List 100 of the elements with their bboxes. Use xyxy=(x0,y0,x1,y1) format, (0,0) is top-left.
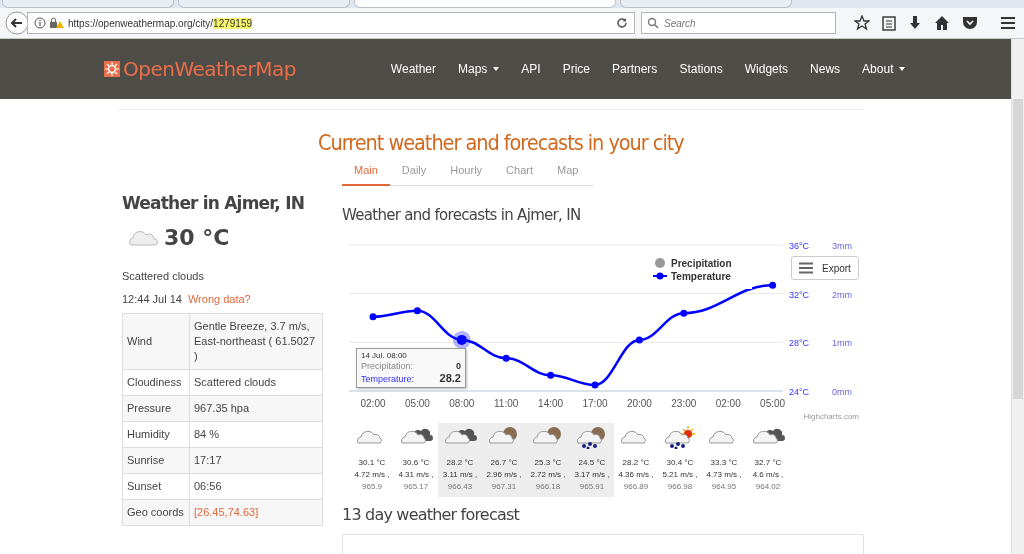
page-title: Current weather and forecasts in your city xyxy=(318,130,685,155)
scrollbar[interactable] xyxy=(1011,39,1024,554)
tooltip-value: 28.2 xyxy=(439,372,461,384)
axis-label: 14:00 xyxy=(538,398,564,409)
axis-label: 2mm xyxy=(832,289,852,300)
axis-label: 0mm xyxy=(832,387,852,397)
download-icon[interactable] xyxy=(908,15,922,31)
home-icon[interactable] xyxy=(934,15,950,31)
hour-temperature: 24.5 °C xyxy=(578,457,606,469)
axis-label: 05:00 xyxy=(760,398,786,409)
table-cell: Cloudiness xyxy=(122,369,190,396)
data-point xyxy=(413,307,421,315)
hour-temperature: 30.6 °C xyxy=(402,457,430,469)
data-point xyxy=(547,371,555,379)
hour-wind: 2.72 m/s , xyxy=(530,469,566,481)
legend-label: Temperature xyxy=(671,271,732,282)
table-cell: Wind xyxy=(122,313,190,370)
nav-link[interactable]: Partners xyxy=(601,62,669,76)
data-point xyxy=(635,336,643,344)
nav-link[interactable]: Price xyxy=(551,62,601,76)
hour-pressure: 966.43 xyxy=(447,481,473,493)
legend-item[interactable]: Temperature xyxy=(652,271,731,282)
table-cell: Scattered clouds xyxy=(189,369,323,396)
hour-temperature: 28.2 °C xyxy=(446,457,474,469)
reading-list-icon[interactable] xyxy=(882,15,896,31)
axis-label: 36°C xyxy=(789,241,810,251)
menu-icon xyxy=(798,262,814,274)
sun-icon xyxy=(103,60,121,78)
cloud-icon xyxy=(128,229,158,246)
lock-warning-icon[interactable] xyxy=(49,17,65,29)
tooltip-label: Temperature: xyxy=(361,373,415,385)
axis-label: 11:00 xyxy=(494,398,519,409)
table-cell: 17:17 xyxy=(189,447,323,474)
city-weather-title: Weather in Ajmer, IN xyxy=(122,193,306,213)
hour-temperature: 32.7 °C xyxy=(754,457,782,469)
hour-pressure: 965.17 xyxy=(403,481,429,493)
menu-icon[interactable] xyxy=(1000,16,1016,30)
axis-label: 32°C xyxy=(789,289,810,300)
hour-wind: 4.36 m/s , xyxy=(618,469,654,481)
nav-link[interactable]: News xyxy=(799,62,852,76)
hour-pressure: 966.18 xyxy=(535,481,561,493)
hour-wind: 4.72 m/s , xyxy=(354,469,390,481)
axis-label: 05:00 xyxy=(404,398,430,409)
axis-label: 1mm xyxy=(832,338,852,349)
axis-label: 17:00 xyxy=(582,398,608,409)
table-cell: Sunrise xyxy=(122,447,190,474)
nav-link[interactable]: Maps xyxy=(447,62,511,76)
axis-label: 3mm xyxy=(832,241,852,251)
current-temperature: 30 °C xyxy=(164,225,230,250)
legend-item[interactable]: Precipitation xyxy=(655,258,732,269)
table-cell: 84 % xyxy=(189,421,323,448)
table-cell: Humidity xyxy=(122,421,190,448)
axis-label: 02:00 xyxy=(360,398,386,409)
nav-link[interactable]: About xyxy=(851,62,917,76)
hour-wind: 4.31 m/s , xyxy=(398,469,434,481)
pocket-icon[interactable] xyxy=(962,15,978,31)
tooltip-label: Precipitation: xyxy=(361,360,414,372)
data-point xyxy=(680,309,688,317)
hour-wind: 3.17 m/s , xyxy=(574,469,610,481)
tooltip-value: 0 xyxy=(456,360,461,372)
back-icon[interactable] xyxy=(5,11,29,35)
axis-label: 08:00 xyxy=(449,398,475,409)
data-point xyxy=(591,381,599,389)
nav-link[interactable]: Stations xyxy=(668,62,734,76)
nav-link[interactable]: Weather xyxy=(379,62,447,76)
axis-label: 28°C xyxy=(789,338,810,349)
axis-label: 24°C xyxy=(789,387,810,397)
section-title: Weather and forecasts in Ajmer, IN xyxy=(342,206,582,224)
wrong-data-link[interactable]: Wrong data? xyxy=(187,293,251,305)
sun-rain-icon xyxy=(663,425,697,449)
weather-description: Scattered clouds xyxy=(122,270,205,282)
data-point xyxy=(502,354,510,362)
hour-pressure: 966.89 xyxy=(623,481,649,493)
table-cell: Gentle Breeze, 3.7 m/s, East-northeast ( 61.5027 ) xyxy=(189,313,323,370)
hour-pressure: 967.31 xyxy=(491,481,517,493)
reload-icon[interactable] xyxy=(616,17,628,29)
bookmark-star-icon[interactable] xyxy=(854,15,870,31)
hour-wind: 4.73 m/s , xyxy=(706,469,742,481)
hour-wind: 3.11 m/s , xyxy=(442,469,478,481)
hour-temperature: 26.7 °C xyxy=(490,457,518,469)
search-field[interactable]: Search xyxy=(641,12,836,34)
data-point xyxy=(369,313,377,321)
observation-time: 12:44 Jul 14 xyxy=(122,293,182,305)
nav-link[interactable]: Widgets xyxy=(733,62,800,76)
data-point xyxy=(456,334,467,345)
table-cell: Pressure xyxy=(122,395,190,422)
section-title: 13 day weather forecast xyxy=(342,505,521,524)
table-cell: 967.35 hpa xyxy=(189,395,323,422)
info-icon[interactable] xyxy=(34,17,46,29)
nav-link[interactable]: API xyxy=(510,62,552,76)
export-button[interactable]: Export xyxy=(791,256,859,280)
axis-label: 02:00 xyxy=(715,398,741,409)
tooltip-date: 14 Jul. 08:00 xyxy=(361,351,408,360)
axis-label: 20:00 xyxy=(626,398,652,409)
table-cell: Geo coords xyxy=(122,499,190,526)
hour-temperature: 33.3 °C xyxy=(710,457,738,469)
hour-temperature: 30.4 °C xyxy=(666,457,694,469)
hour-pressure: 966.98 xyxy=(667,481,693,493)
hour-pressure: 964.02 xyxy=(755,481,781,493)
hour-temperature: 28.2 °C xyxy=(622,457,650,469)
